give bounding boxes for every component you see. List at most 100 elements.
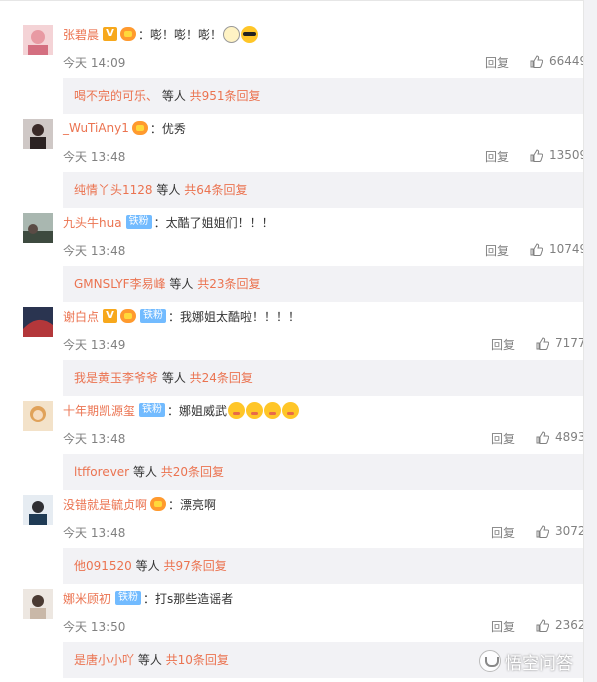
blush-emoji-icon bbox=[228, 401, 246, 419]
reply-author[interactable]: 他091520 bbox=[74, 559, 132, 573]
comment-colon: ： bbox=[153, 215, 166, 230]
like-count: 66449 bbox=[549, 54, 588, 68]
iron-fan-badge[interactable]: 铁粉 bbox=[140, 309, 167, 323]
comment-time: 今天 13:48 bbox=[63, 244, 126, 258]
fan-crown-badge[interactable] bbox=[120, 27, 137, 41]
comment-text: 优秀 bbox=[161, 121, 186, 136]
thumbs-up-icon bbox=[530, 54, 543, 68]
reply-others-label: 等人 bbox=[158, 371, 190, 385]
avatar[interactable] bbox=[23, 213, 53, 243]
avatar[interactable] bbox=[23, 401, 53, 431]
thumbs-up-icon bbox=[530, 242, 543, 256]
reply-author[interactable]: 是唐小小吖 bbox=[74, 653, 134, 667]
avatar[interactable] bbox=[23, 495, 53, 525]
comment-text: 我娜姐太酷啦！！！！ bbox=[180, 309, 301, 324]
like-button[interactable]: 66449 bbox=[530, 54, 587, 68]
reply-author[interactable]: 喝不完的可乐、 bbox=[74, 89, 158, 103]
reply-total-link[interactable]: 共951条回复 bbox=[190, 89, 261, 103]
comment-text: 打s那些造谣者 bbox=[155, 591, 234, 606]
reply-total-link[interactable]: 共20条回复 bbox=[161, 465, 224, 479]
reply-total-link[interactable]: 共97条回复 bbox=[163, 559, 226, 573]
iron-fan-badge[interactable]: 铁粉 bbox=[115, 591, 142, 605]
comment-time: 今天 14:09 bbox=[63, 56, 126, 70]
nerd-emoji-icon bbox=[223, 25, 241, 43]
comment-colon: ： bbox=[168, 497, 181, 512]
blush-emoji-icon bbox=[246, 401, 264, 419]
reply-button[interactable]: 回复 bbox=[491, 336, 515, 353]
reply-author[interactable]: 纯情丫头1128 bbox=[74, 183, 153, 197]
comment-time: 今天 13:48 bbox=[63, 526, 126, 540]
commenter-name[interactable]: _WuTiAny1 bbox=[63, 121, 129, 135]
avatar[interactable] bbox=[23, 119, 53, 149]
comment-text: 娜姐威武 bbox=[179, 403, 228, 418]
top-border bbox=[0, 0, 597, 1]
thumbs-up-icon bbox=[536, 336, 549, 350]
reply-total-link[interactable]: 共64条回复 bbox=[184, 183, 247, 197]
page-edge bbox=[583, 0, 597, 682]
reply-total-link[interactable]: 共10条回复 bbox=[166, 653, 229, 667]
comment-colon: ： bbox=[138, 27, 151, 42]
comment-colon: ： bbox=[168, 309, 181, 324]
commenter-name[interactable]: 娜米顾初 bbox=[63, 590, 111, 607]
watermark-text: 悟空问答 bbox=[505, 653, 573, 674]
reply-others-label: 等人 bbox=[152, 183, 185, 197]
commenter-name[interactable]: 九头牛hua bbox=[63, 214, 122, 231]
reply-author[interactable]: ltfforever bbox=[74, 465, 129, 479]
verified-badge[interactable]: V bbox=[103, 27, 118, 41]
like-button[interactable]: 2362 bbox=[536, 618, 586, 632]
commenter-name[interactable]: 十年期凯源玺 bbox=[63, 402, 135, 419]
comment-colon: ： bbox=[143, 591, 156, 606]
fan-crown-badge[interactable] bbox=[131, 121, 148, 135]
reply-button[interactable]: 回复 bbox=[485, 242, 509, 259]
comment-colon: ： bbox=[167, 403, 180, 418]
watermark-logo: 悟空问答 bbox=[479, 648, 573, 674]
reply-button[interactable]: 回复 bbox=[491, 430, 515, 447]
reply-others-label: 等人 bbox=[165, 277, 198, 291]
thumbs-up-icon bbox=[536, 430, 549, 444]
avatar[interactable] bbox=[23, 589, 53, 619]
comment-item: _WuTiAny1 ： 优秀 今天 13:48 回复 13509 纯情丫头112… bbox=[0, 102, 587, 208]
verified-badge[interactable]: V bbox=[103, 309, 118, 323]
comment-item: 谢白点 V 铁粉 ： 我娜姐太酷啦！！！！ 今天 13:49 回复 7177 我… bbox=[0, 290, 586, 396]
like-count: 10749 bbox=[549, 242, 588, 256]
fan-crown-badge[interactable] bbox=[120, 309, 137, 323]
reply-author[interactable]: 我是黄玉李爷爷 bbox=[74, 371, 158, 385]
like-button[interactable]: 7177 bbox=[536, 336, 586, 350]
commenter-name[interactable]: 张碧晨 bbox=[63, 26, 99, 43]
like-count: 4893 bbox=[555, 430, 586, 444]
reply-others-label: 等人 bbox=[134, 653, 166, 667]
avatar[interactable] bbox=[23, 25, 53, 55]
like-count: 3072 bbox=[555, 524, 586, 538]
commenter-name[interactable]: 没错就是毓贞啊 bbox=[63, 496, 147, 513]
reply-others-label: 等人 bbox=[131, 559, 164, 573]
comment-time: 今天 13:49 bbox=[63, 338, 126, 352]
comment-item: 九头牛hua 铁粉 ： 太酷了姐姐们！！！ 今天 13:48 回复 10749 … bbox=[0, 196, 587, 302]
blush-emoji-icon bbox=[282, 401, 300, 419]
fan-crown-badge[interactable] bbox=[150, 497, 167, 511]
like-button[interactable]: 13509 bbox=[530, 148, 587, 162]
thumbs-up-icon bbox=[536, 524, 549, 538]
like-button[interactable]: 3072 bbox=[536, 524, 586, 538]
comment-item: 张碧晨 V ： 嘭！嘭！嘭！ 今天 14:09 回复 66449 喝不完的可乐、… bbox=[0, 8, 587, 114]
comment-time: 今天 13:48 bbox=[63, 432, 126, 446]
like-button[interactable]: 10749 bbox=[530, 242, 587, 256]
commenter-name[interactable]: 谢白点 bbox=[63, 308, 99, 325]
reply-button[interactable]: 回复 bbox=[491, 524, 515, 541]
reply-total-link[interactable]: 共24条回复 bbox=[190, 371, 253, 385]
reply-button[interactable]: 回复 bbox=[485, 148, 509, 165]
reply-total-link[interactable]: 共23条回复 bbox=[197, 277, 260, 291]
iron-fan-badge[interactable]: 铁粉 bbox=[125, 215, 152, 229]
comment-text: 太酷了姐姐们！！！ bbox=[165, 215, 274, 230]
reply-button[interactable]: 回复 bbox=[491, 618, 515, 635]
comment-item: 没错就是毓贞啊 ： 漂亮啊 今天 13:48 回复 3072 他091520 等… bbox=[0, 478, 586, 584]
thumbs-up-icon bbox=[536, 618, 549, 632]
comment-colon: ： bbox=[149, 121, 162, 136]
like-button[interactable]: 4893 bbox=[536, 430, 586, 444]
comment-text: 嘭！嘭！嘭！ bbox=[150, 27, 223, 42]
comment-item: 十年期凯源玺 铁粉 ： 娜姐威武 今天 13:48 回复 4893 ltffor… bbox=[0, 384, 586, 490]
avatar[interactable] bbox=[23, 307, 53, 337]
reply-others-label: 等人 bbox=[129, 465, 161, 479]
reply-button[interactable]: 回复 bbox=[485, 54, 509, 71]
reply-author[interactable]: GMNSLYF李易峰 bbox=[74, 277, 166, 291]
iron-fan-badge[interactable]: 铁粉 bbox=[139, 403, 166, 417]
